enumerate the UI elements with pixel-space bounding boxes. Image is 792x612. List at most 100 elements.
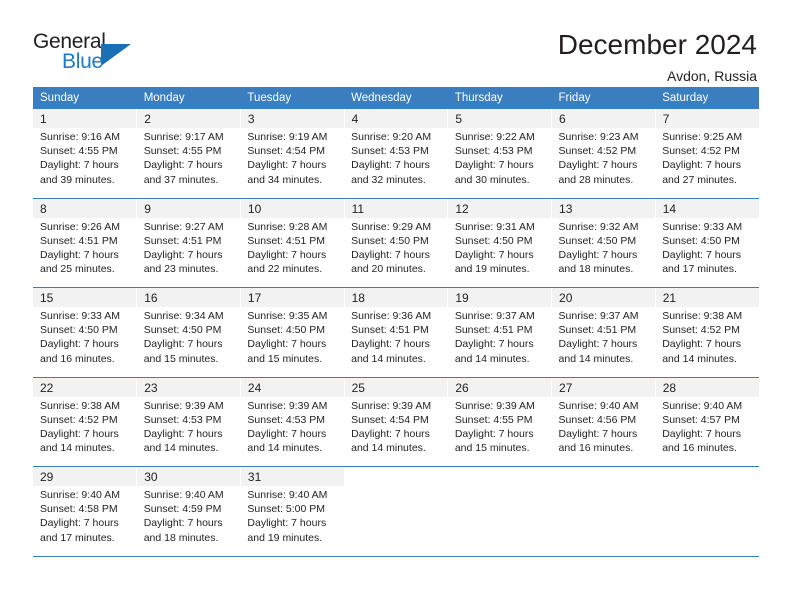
calendar-daynumber-cell[interactable]: 21 — [655, 287, 759, 307]
calendar-day-cell[interactable]: Sunrise: 9:26 AM Sunset: 4:51 PM Daylight:… — [33, 217, 137, 288]
calendar-day-cell[interactable]: Sunrise: 9:39 AM Sunset: 4:54 PM Daylight:… — [344, 396, 448, 467]
calendar-daynumber-cell[interactable]: 19 — [447, 287, 553, 307]
day-sunset-text: Sunset: 4:52 PM — [558, 145, 637, 158]
calendar-day-cell[interactable]: Sunrise: 9:40 AM Sunset: 5:00 PM Daylight:… — [240, 486, 345, 557]
calendar-day-cell[interactable]: Sunrise: 9:27 AM Sunset: 4:51 PM Daylight:… — [136, 217, 241, 288]
calendar-daynumber-cell[interactable]: 15 — [33, 287, 138, 307]
calendar-day-cell[interactable]: Sunrise: 9:38 AM Sunset: 4:52 PM Daylight:… — [655, 307, 759, 378]
day-sunrise-text: Sunrise: 9:38 AM — [662, 310, 743, 322]
calendar-daynumber-cell[interactable]: 27 — [551, 376, 656, 397]
calendar-day-cell[interactable]: Sunrise: 9:36 AM Sunset: 4:51 PM Daylight:… — [344, 307, 448, 378]
day-sunset-text: Sunset: 4:51 PM — [143, 234, 222, 247]
day-daylight-text: and 15 minutes. — [454, 442, 530, 455]
calendar-daynumber-empty — [344, 466, 449, 486]
calendar-daynumber-cell[interactable]: 1 — [33, 109, 138, 128]
calendar-daynumber-cell[interactable]: 23 — [136, 376, 241, 397]
calendar-info-row: Sunrise: 9:40 AM Sunset: 4:58 PM Daylight:… — [33, 486, 759, 557]
day-daylight-text: and 14 minutes. — [351, 442, 426, 455]
calendar-day-cell[interactable]: Sunrise: 9:39 AM Sunset: 4:53 PM Daylight:… — [240, 396, 345, 467]
calendar-daynumber-cell[interactable]: 6 — [551, 109, 656, 128]
calendar-daynumber-cell[interactable]: 12 — [447, 197, 553, 218]
calendar-day-cell[interactable]: Sunrise: 9:20 AM Sunset: 4:53 PM Daylight:… — [344, 128, 448, 199]
day-daylight-text: Daylight: 7 hours — [247, 427, 327, 440]
calendar-daynumber-cell[interactable]: 29 — [33, 466, 138, 486]
day-daylight-text: and 16 minutes. — [558, 442, 634, 455]
calendar-daynumber-cell[interactable]: 2 — [136, 109, 241, 128]
general-blue-logo[interactable]: General Blue — [33, 30, 153, 80]
page-header: General Blue December 2024 Avdon, Russia — [0, 0, 792, 84]
calendar-daynumber-cell[interactable]: 8 — [33, 197, 138, 218]
calendar-day-cell[interactable]: Sunrise: 9:39 AM Sunset: 4:55 PM Daylight:… — [447, 396, 552, 467]
calendar-daynumber-cell[interactable]: 30 — [136, 466, 241, 486]
calendar-day-cell[interactable]: Sunrise: 9:34 AM Sunset: 4:50 PM Daylight:… — [136, 307, 241, 378]
calendar-daynumber-cell[interactable]: 28 — [655, 376, 759, 397]
calendar-daynumber-cell[interactable]: 11 — [344, 197, 449, 218]
weekday-header-tuesday: Tuesday — [240, 87, 345, 109]
calendar-daynumber-cell[interactable]: 24 — [240, 376, 345, 397]
calendar-daynumber-row: 22 23 24 25 26 27 28 — [33, 376, 759, 397]
logo-word-blue: Blue — [62, 50, 103, 73]
calendar-daynumber-cell[interactable]: 25 — [344, 376, 449, 397]
calendar-day-cell[interactable]: Sunrise: 9:37 AM Sunset: 4:51 PM Daylight:… — [447, 307, 552, 378]
calendar-daynumber-cell[interactable]: 4 — [344, 109, 449, 128]
calendar-day-cell[interactable]: Sunrise: 9:37 AM Sunset: 4:51 PM Daylight:… — [551, 307, 656, 378]
day-daylight-text: Daylight: 7 hours — [247, 248, 327, 261]
day-daylight-text: and 14 minutes. — [454, 352, 530, 365]
calendar-daynumber-cell[interactable]: 16 — [136, 287, 241, 307]
calendar-day-cell[interactable]: Sunrise: 9:40 AM Sunset: 4:59 PM Daylight:… — [136, 486, 241, 557]
day-daylight-text: and 25 minutes. — [40, 263, 115, 276]
calendar-day-cell[interactable]: Sunrise: 9:32 AM Sunset: 4:50 PM Daylight:… — [551, 217, 656, 288]
calendar-daynumber-cell[interactable]: 3 — [240, 109, 345, 128]
calendar-daynumber-empty — [655, 466, 759, 486]
calendar-daynumber-cell[interactable]: 7 — [655, 109, 759, 128]
day-daylight-text: Daylight: 7 hours — [351, 427, 430, 440]
day-sunrise-text: Sunrise: 9:25 AM — [662, 131, 743, 143]
day-sunrise-text: Sunrise: 9:26 AM — [40, 220, 120, 233]
calendar-daynumber-cell[interactable]: 22 — [33, 376, 138, 397]
day-sunset-text: Sunset: 4:57 PM — [662, 413, 740, 426]
calendar-daynumber-cell[interactable]: 10 — [240, 197, 345, 218]
calendar-daynumber-cell[interactable]: 17 — [240, 287, 345, 307]
calendar-day-cell[interactable]: Sunrise: 9:40 AM Sunset: 4:57 PM Daylight:… — [655, 396, 759, 467]
weekday-header-monday: Monday — [136, 87, 241, 109]
calendar-day-cell[interactable]: Sunrise: 9:29 AM Sunset: 4:50 PM Daylight:… — [344, 217, 448, 288]
calendar-daynumber-cell[interactable]: 20 — [551, 287, 656, 307]
triangle-icon — [101, 44, 131, 66]
calendar-day-cell[interactable]: Sunrise: 9:17 AM Sunset: 4:55 PM Daylight:… — [136, 128, 241, 199]
calendar-table: Sunday Monday Tuesday Wednesday Thursday… — [33, 87, 759, 557]
calendar-daynumber-cell[interactable]: 9 — [136, 197, 241, 218]
day-sunset-text: Sunset: 4:58 PM — [40, 503, 118, 516]
calendar-day-cell[interactable]: Sunrise: 9:23 AM Sunset: 4:52 PM Daylight:… — [551, 128, 656, 199]
day-daylight-text: and 37 minutes. — [143, 173, 219, 186]
calendar-daynumber-cell[interactable]: 18 — [344, 287, 449, 307]
day-daylight-text: Daylight: 7 hours — [40, 248, 119, 261]
calendar-daynumber-cell[interactable]: 26 — [447, 376, 553, 397]
day-sunrise-text: Sunrise: 9:23 AM — [558, 131, 639, 143]
calendar-day-cell[interactable]: Sunrise: 9:35 AM Sunset: 4:50 PM Daylight:… — [240, 307, 345, 378]
day-sunset-text: Sunset: 4:55 PM — [40, 145, 118, 158]
calendar-daynumber-cell[interactable]: 5 — [447, 109, 553, 128]
calendar-day-cell[interactable]: Sunrise: 9:31 AM Sunset: 4:50 PM Daylight:… — [447, 217, 552, 288]
day-daylight-text: and 17 minutes. — [662, 263, 737, 276]
calendar-day-cell[interactable]: Sunrise: 9:22 AM Sunset: 4:53 PM Daylight:… — [447, 128, 552, 199]
calendar-day-cell[interactable]: Sunrise: 9:33 AM Sunset: 4:50 PM Daylight:… — [655, 217, 759, 288]
day-daylight-text: and 19 minutes. — [454, 263, 530, 276]
calendar-day-cell[interactable]: Sunrise: 9:39 AM Sunset: 4:53 PM Daylight:… — [136, 396, 241, 467]
calendar-info-row: Sunrise: 9:16 AM Sunset: 4:55 PM Daylight:… — [33, 128, 759, 199]
page-subtitle: Avdon, Russia — [666, 67, 757, 84]
calendar-daynumber-cell[interactable]: 31 — [240, 466, 345, 486]
day-sunset-text: Sunset: 4:53 PM — [454, 145, 533, 158]
calendar-day-cell[interactable]: Sunrise: 9:40 AM Sunset: 4:56 PM Daylight:… — [551, 396, 656, 467]
calendar-day-cell[interactable]: Sunrise: 9:16 AM Sunset: 4:55 PM Daylight:… — [33, 128, 137, 199]
calendar-day-cell[interactable]: Sunrise: 9:40 AM Sunset: 4:58 PM Daylight:… — [33, 486, 137, 557]
day-sunrise-text: Sunrise: 9:17 AM — [143, 131, 224, 143]
calendar-daynumber-cell[interactable]: 13 — [551, 197, 656, 218]
calendar-day-cell[interactable]: Sunrise: 9:33 AM Sunset: 4:50 PM Daylight:… — [33, 307, 137, 378]
calendar-day-cell[interactable]: Sunrise: 9:25 AM Sunset: 4:52 PM Daylight:… — [655, 128, 759, 199]
calendar-daynumber-cell[interactable]: 14 — [655, 197, 759, 218]
calendar-day-cell[interactable]: Sunrise: 9:19 AM Sunset: 4:54 PM Daylight:… — [240, 128, 345, 199]
calendar-day-cell[interactable]: Sunrise: 9:28 AM Sunset: 4:51 PM Daylight:… — [240, 217, 345, 288]
day-daylight-text: and 14 minutes. — [143, 442, 219, 455]
calendar-day-cell[interactable]: Sunrise: 9:38 AM Sunset: 4:52 PM Daylight:… — [33, 396, 137, 467]
day-daylight-text: Daylight: 7 hours — [454, 338, 534, 351]
